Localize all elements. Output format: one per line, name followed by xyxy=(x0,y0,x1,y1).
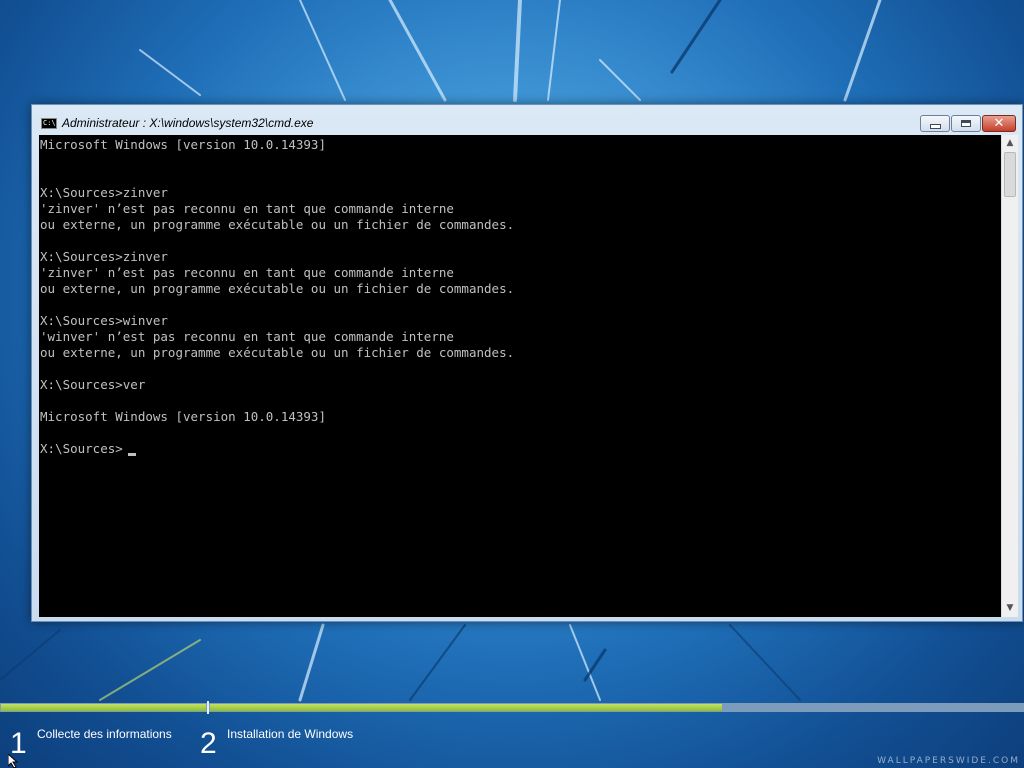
scroll-up-icon[interactable]: ▲ xyxy=(1002,135,1018,152)
scrollbar-thumb[interactable] xyxy=(1004,152,1016,197)
step-label-2: Installation de Windows xyxy=(227,727,354,741)
window-title: Administrateur : X:\windows\system32\cmd… xyxy=(62,116,314,130)
window-controls: ✕ xyxy=(919,115,1016,132)
vertical-scrollbar[interactable]: ▲ ▼ xyxy=(1001,135,1018,617)
step2-progress-fill xyxy=(210,704,722,711)
close-button[interactable]: ✕ xyxy=(982,115,1016,132)
console-text: Microsoft Windows [version 10.0.14393] X… xyxy=(40,137,515,456)
cmd-window[interactable]: C:\ Administrateur : X:\windows\system32… xyxy=(31,104,1023,622)
text-cursor xyxy=(128,453,136,456)
watermark: WALLPAPERSWIDE.COM xyxy=(877,756,1020,766)
console-output[interactable]: Microsoft Windows [version 10.0.14393] X… xyxy=(39,135,1001,617)
cmd-icon[interactable]: C:\ xyxy=(41,118,57,129)
minimize-icon xyxy=(929,123,941,129)
mouse-pointer-icon xyxy=(8,754,19,768)
step1-progress-fill xyxy=(1,704,206,711)
scroll-down-icon[interactable]: ▼ xyxy=(1002,600,1018,617)
maximize-button[interactable] xyxy=(951,115,981,132)
progress-divider xyxy=(207,701,209,714)
maximize-icon xyxy=(961,120,971,127)
minimize-button[interactable] xyxy=(920,115,950,132)
close-icon: ✕ xyxy=(993,116,1005,131)
title-bar[interactable]: C:\ Administrateur : X:\windows\system32… xyxy=(32,105,1022,135)
setup-progress-bar xyxy=(0,701,1024,714)
step-number-2: 2 xyxy=(200,727,217,760)
step-label-1: Collecte des informations xyxy=(37,727,172,741)
